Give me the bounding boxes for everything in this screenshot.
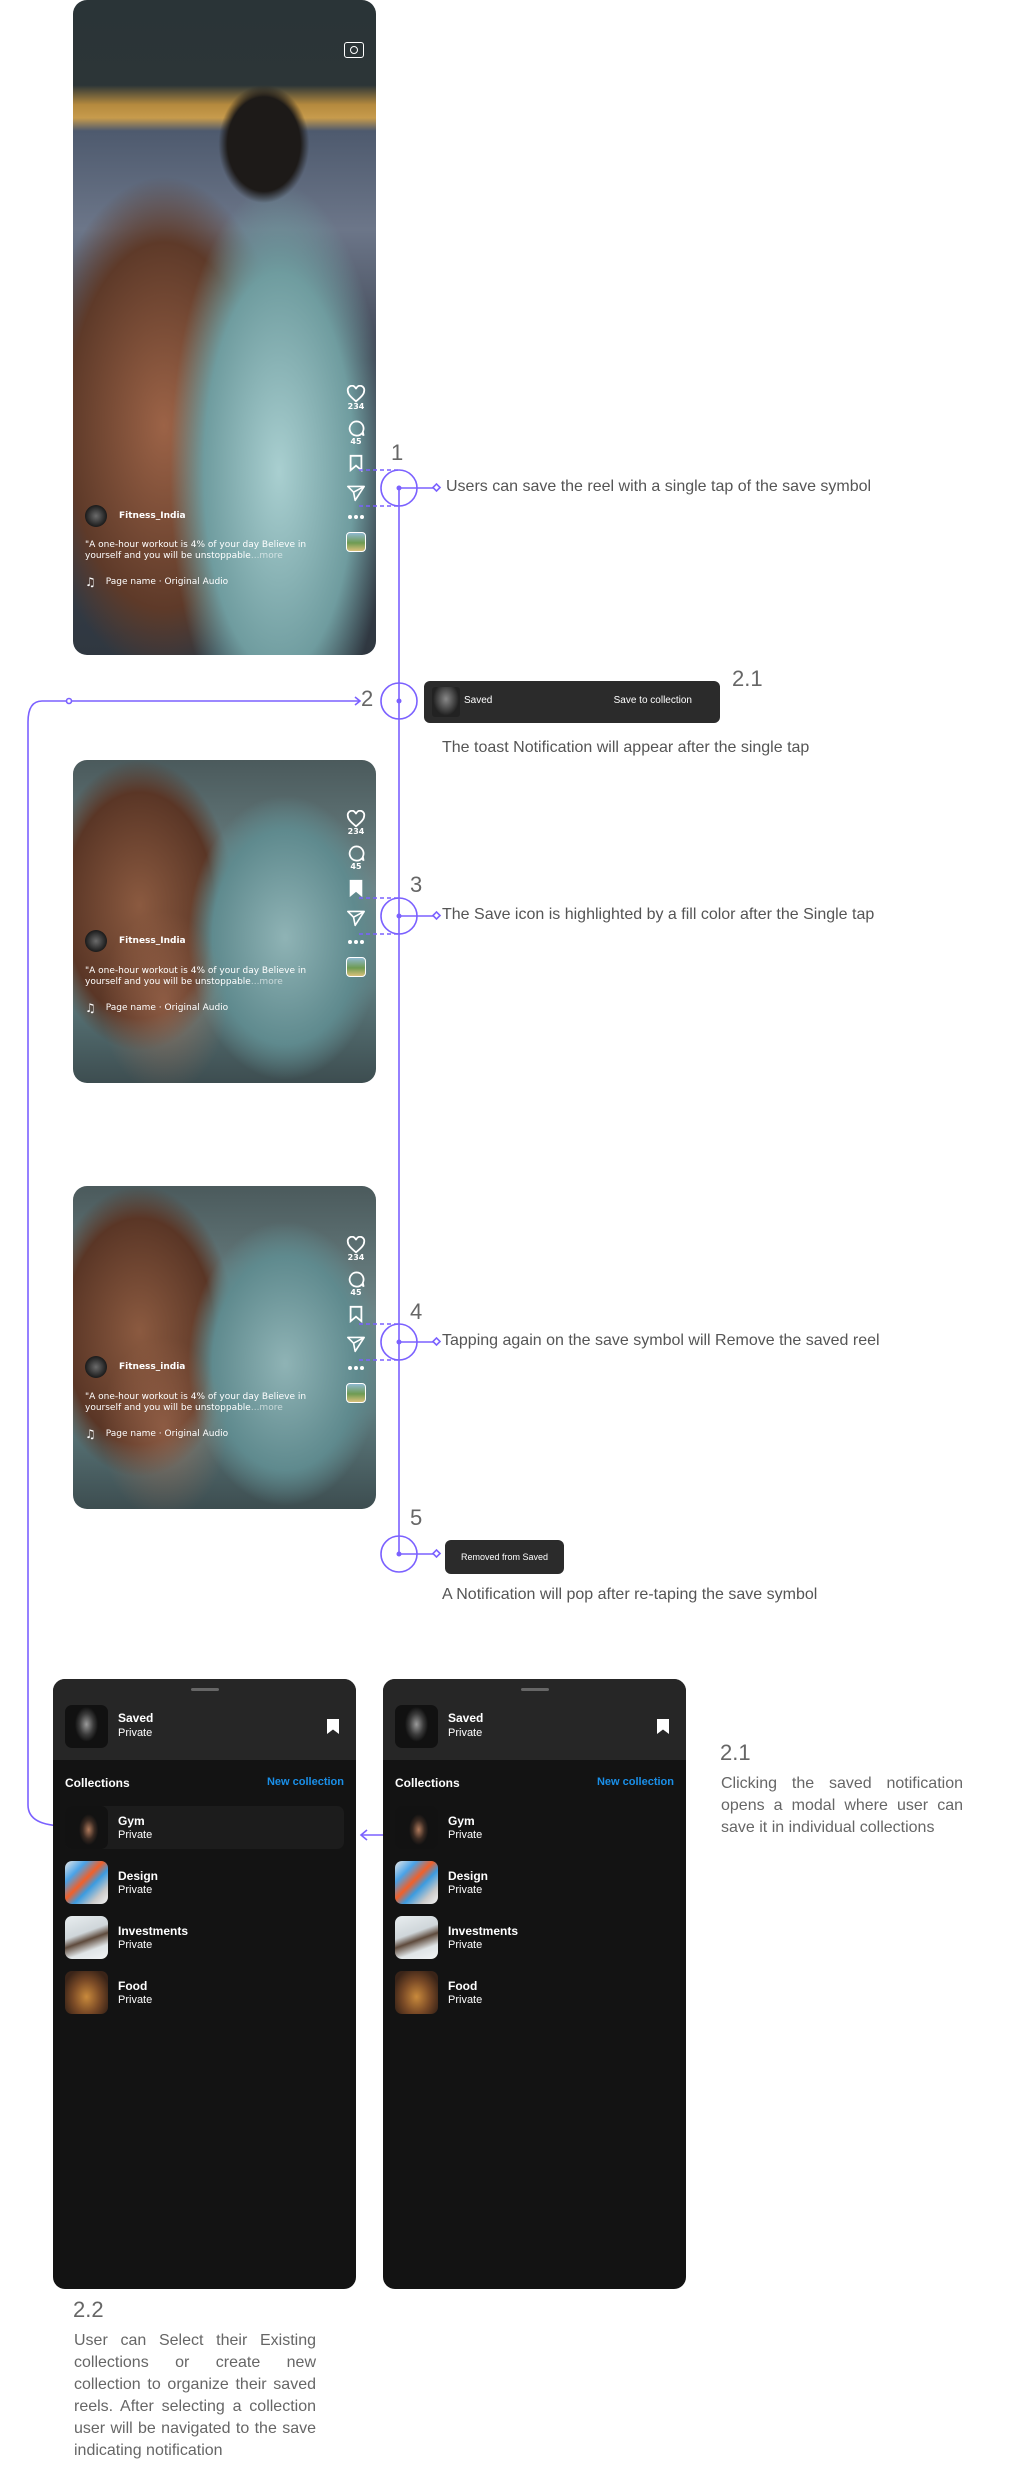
collection-thumbnail bbox=[65, 1971, 108, 2014]
collection-privacy: Private bbox=[448, 1884, 483, 1896]
collection-item-gym[interactable]: Gym Private bbox=[65, 1806, 344, 1849]
new-collection-button[interactable]: New collection bbox=[267, 1776, 344, 1788]
saved-title: Saved bbox=[118, 1711, 154, 1725]
note-number-2-2: 2.2 bbox=[73, 2297, 104, 2322]
drag-handle[interactable] bbox=[520, 1688, 549, 1691]
step-number-4: 4 bbox=[410, 1299, 423, 1324]
collection-item-gym[interactable]: Gym Private bbox=[395, 1806, 674, 1849]
collection-item-design[interactable]: Design Private bbox=[65, 1861, 344, 1904]
bookmark-filled-icon[interactable] bbox=[656, 1718, 670, 1735]
collection-name: Investments bbox=[448, 1924, 519, 1938]
step-text-1: Users can save the reel with a single ta… bbox=[446, 478, 872, 495]
collection-privacy: Private bbox=[118, 1829, 153, 1841]
step-number-5: 5 bbox=[410, 1505, 423, 1530]
collection-privacy: Private bbox=[448, 1939, 483, 1951]
collection-name: Investments bbox=[118, 1924, 189, 1938]
step-number-1: 1 bbox=[391, 440, 404, 465]
collection-thumbnail bbox=[395, 1916, 438, 1959]
collections-heading: Collections bbox=[395, 1776, 460, 1790]
toast-label: Removed from Saved bbox=[460, 1552, 549, 1562]
collection-name: Design bbox=[448, 1869, 489, 1883]
step-number-2-1: 2.1 bbox=[732, 666, 763, 691]
step-text-4: Tapping again on the save symbol will Re… bbox=[442, 1332, 880, 1349]
collection-privacy: Private bbox=[448, 1829, 483, 1841]
collection-name: Food bbox=[448, 1979, 478, 1993]
collections-heading: Collections bbox=[65, 1776, 130, 1790]
note-text-2-1: Clicking the saved notification opens a … bbox=[721, 1775, 963, 1836]
step-text-5: A Notification will pop after re-taping … bbox=[442, 1586, 818, 1603]
collection-privacy: Private bbox=[118, 1994, 153, 2006]
flow-line-to-modal bbox=[27, 700, 360, 1827]
modal-header: Saved Private bbox=[383, 1679, 686, 1760]
drag-handle[interactable] bbox=[190, 1688, 219, 1691]
collection-item-investments[interactable]: Investments Private bbox=[65, 1916, 344, 1959]
step-text-3: The Save icon is highlighted by a fill c… bbox=[442, 906, 875, 923]
note-number-2-1: 2.1 bbox=[720, 1740, 751, 1765]
saved-subtitle: Private bbox=[448, 1727, 483, 1739]
step-number-2: 2 bbox=[361, 686, 374, 711]
step-number-3: 3 bbox=[410, 872, 423, 897]
modal-header: Saved Private bbox=[53, 1679, 356, 1760]
collection-thumbnail bbox=[65, 1806, 108, 1849]
toast-label: Saved bbox=[464, 695, 493, 706]
save-to-collection-button[interactable]: Save to collection bbox=[614, 695, 692, 706]
removed-toast: Removed from Saved bbox=[445, 1540, 564, 1574]
collection-name: Design bbox=[118, 1869, 159, 1883]
collection-item-investments[interactable]: Investments Private bbox=[395, 1916, 674, 1959]
collection-item-food[interactable]: Food Private bbox=[65, 1971, 344, 2014]
collection-item-food[interactable]: Food Private bbox=[395, 1971, 674, 2014]
collection-privacy: Private bbox=[118, 1884, 153, 1896]
collection-name: Food bbox=[118, 1979, 148, 1993]
collection-thumbnail bbox=[395, 1861, 438, 1904]
collection-thumbnail bbox=[65, 1861, 108, 1904]
collection-name: Gym bbox=[448, 1814, 475, 1828]
saved-title: Saved bbox=[448, 1711, 484, 1725]
collection-thumbnail bbox=[395, 1971, 438, 2014]
new-collection-button[interactable]: New collection bbox=[597, 1776, 674, 1788]
save-collections-modal: Saved Private Collections New collection… bbox=[53, 1679, 356, 2289]
collection-item-design[interactable]: Design Private bbox=[395, 1861, 674, 1904]
note-text-2-2: User can Select their Existing collectio… bbox=[74, 2332, 316, 2459]
toast-thumbnail bbox=[432, 687, 460, 717]
saved-toast[interactable]: Saved Save to collection bbox=[424, 681, 720, 723]
bookmark-filled-icon[interactable] bbox=[326, 1718, 340, 1735]
save-collections-modal: Saved Private Collections New collection… bbox=[383, 1679, 686, 2289]
saved-thumbnail bbox=[395, 1705, 438, 1748]
saved-subtitle: Private bbox=[118, 1727, 153, 1739]
collection-name: Gym bbox=[118, 1814, 145, 1828]
collection-privacy: Private bbox=[118, 1939, 153, 1951]
saved-thumbnail bbox=[65, 1705, 108, 1748]
step-text-2-1: The toast Notification will appear after… bbox=[442, 739, 810, 756]
collection-thumbnail bbox=[395, 1806, 438, 1849]
collection-thumbnail bbox=[65, 1916, 108, 1959]
collection-privacy: Private bbox=[448, 1994, 483, 2006]
